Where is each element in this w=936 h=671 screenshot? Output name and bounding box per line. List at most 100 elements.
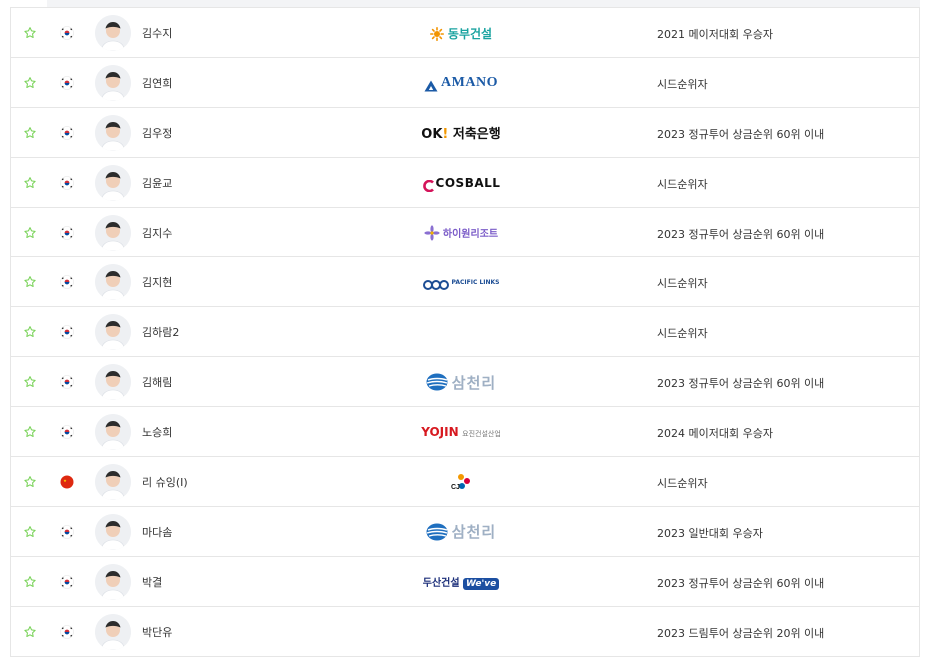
sponsor-logo: 두산건설 We've: [361, 567, 561, 597]
player-avatar[interactable]: [95, 513, 131, 550]
favorite-star-icon[interactable]: [23, 474, 37, 488]
favorite-star-icon[interactable]: [23, 524, 37, 538]
sponsor-amano-icon: [424, 77, 438, 92]
player-table: 김수지 동부건설 2021 메이저대회 우승자 김연희 AMANO 시드순위자: [10, 0, 920, 657]
player-name[interactable]: 김우정: [142, 125, 172, 141]
sponsor-logo-text: 하이원리조트: [442, 229, 499, 241]
sponsor-logo-text: OK! 저축은행: [421, 127, 501, 143]
korea-flag-icon: [59, 25, 75, 41]
player-avatar[interactable]: [95, 214, 131, 251]
korea-flag-icon: [59, 75, 75, 91]
favorite-star-icon[interactable]: [23, 274, 37, 288]
svg-text:CJ: CJ: [451, 484, 460, 491]
table-row[interactable]: 박결 두산건설 We've 2023 정규투어 상금순위 60위 이내: [10, 556, 920, 607]
table-row[interactable]: 김수지 동부건설 2021 메이저대회 우승자: [10, 8, 920, 58]
qualification-text: 시드순위자: [657, 177, 708, 191]
korea-flag-icon: [59, 225, 75, 241]
player-avatar[interactable]: [95, 364, 131, 401]
qualification-text: 시드순위자: [657, 477, 708, 491]
player-name[interactable]: 리 슈잉(I): [142, 474, 188, 490]
sponsor-logo-text: 삼천리: [451, 373, 497, 392]
player-avatar[interactable]: [95, 563, 131, 600]
player-name[interactable]: 노승희: [142, 424, 172, 440]
player-avatar[interactable]: [95, 15, 131, 51]
qualification-text: 시드순위자: [657, 277, 708, 291]
table-row[interactable]: 김윤교 COSBALL 시드순위자: [10, 157, 920, 208]
player-name[interactable]: 김윤교: [142, 175, 172, 191]
qualification-text: 2023 정규투어 상금순위 60위 이내: [657, 127, 825, 141]
china-flag-icon: [59, 474, 75, 490]
favorite-star-icon[interactable]: [23, 624, 37, 638]
sponsor-logo: PACIFIC LINKS: [361, 267, 561, 297]
player-name[interactable]: 김수지: [142, 25, 172, 41]
qualification-text: 시드순위자: [657, 327, 708, 341]
player-name[interactable]: 박단유: [142, 624, 172, 640]
favorite-star-icon[interactable]: [23, 25, 37, 39]
sponsor-samchully-icon: [426, 373, 448, 391]
player-avatar[interactable]: [95, 414, 131, 451]
korea-flag-icon: [59, 624, 75, 640]
table-row[interactable]: 노승희 YOJIN 요진건설산업 2024 메이저대회 우승자: [10, 407, 920, 458]
favorite-star-icon[interactable]: [23, 324, 37, 338]
player-avatar[interactable]: [95, 314, 131, 351]
table-row[interactable]: 박단유 2023 드림투어 상금순위 20위 이내: [10, 606, 920, 657]
player-name[interactable]: 마다솜: [142, 524, 172, 540]
korea-flag-icon: [59, 175, 75, 191]
sponsor-dongbu-icon: [429, 26, 444, 41]
favorite-star-icon[interactable]: [23, 125, 37, 139]
qualification-text: 2023 드림투어 상금순위 20위 이내: [657, 626, 825, 640]
favorite-star-icon[interactable]: [23, 374, 37, 388]
player-name[interactable]: 박결: [142, 574, 162, 590]
sponsor-logo-text: AMANO: [441, 74, 498, 90]
sponsor-logo-text: 두산건설 We've: [423, 574, 500, 590]
table-body: 김수지 동부건설 2021 메이저대회 우승자 김연희 AMANO 시드순위자: [10, 8, 920, 657]
player-avatar[interactable]: [95, 164, 131, 201]
sponsor-logo-text: PACIFIC LINKS: [451, 278, 500, 286]
player-name[interactable]: 김연희: [142, 75, 172, 91]
sponsor-logo: [361, 317, 561, 347]
qualification-text: 2024 메이저대회 우승자: [657, 427, 773, 441]
player-name[interactable]: 김지수: [142, 225, 172, 241]
korea-flag-icon: [59, 424, 75, 440]
korea-flag-icon: [59, 125, 75, 141]
favorite-star-icon[interactable]: [23, 175, 37, 189]
player-avatar[interactable]: [95, 64, 131, 101]
sponsor-logo: 삼천리: [361, 367, 561, 397]
table-row[interactable]: 김지현 PACIFIC LINKS 시드순위자: [10, 257, 920, 308]
player-name[interactable]: 김하람2: [142, 324, 179, 340]
sponsor-logo: YOJIN 요진건설산업: [361, 417, 561, 447]
player-name[interactable]: 김해림: [142, 374, 172, 390]
favorite-star-icon[interactable]: [23, 574, 37, 588]
favorite-star-icon[interactable]: [23, 424, 37, 438]
sponsor-logo: 하이원리조트: [361, 218, 561, 248]
table-row[interactable]: 김연희 AMANO 시드순위자: [10, 57, 920, 108]
table-row[interactable]: 김해림 삼천리 2023 정규투어 상금순위 60위 이내: [10, 357, 920, 408]
player-avatar[interactable]: [95, 114, 131, 151]
korea-flag-icon: [59, 324, 75, 340]
sponsor-logo: AMANO: [361, 68, 561, 98]
table-row[interactable]: 김우정 OK! 저축은행 2023 정규투어 상금순위 60위 이내: [10, 107, 920, 158]
qualification-text: 2023 정규투어 상금순위 60위 이내: [657, 377, 825, 391]
korea-flag-icon: [59, 274, 75, 290]
favorite-star-icon[interactable]: [23, 225, 37, 239]
player-avatar[interactable]: [95, 613, 131, 650]
sponsor-samchully-icon: [426, 523, 448, 541]
korea-flag-icon: [59, 524, 75, 540]
table-row[interactable]: 김지수 하이원리조트 2023 정규투어 상금순위 60위 이내: [10, 207, 920, 258]
table-row[interactable]: 마다솜 삼천리 2023 일반대회 우승자: [10, 506, 920, 557]
korea-flag-icon: [59, 574, 75, 590]
sponsor-logo-text: COSBALL: [435, 175, 501, 190]
sponsor-logo-text: 동부건설: [447, 26, 493, 41]
table-row[interactable]: 김하람2 시드순위자: [10, 307, 920, 358]
player-name[interactable]: 김지현: [142, 274, 172, 290]
qualification-text: 2023 정규투어 상금순위 60위 이내: [657, 227, 825, 241]
sponsor-logo: COSBALL: [361, 168, 561, 198]
qualification-text: 2023 일반대회 우승자: [657, 526, 763, 540]
player-avatar[interactable]: [95, 264, 131, 301]
table-top-edge: [10, 0, 920, 8]
qualification-text: 2021 메이저대회 우승자: [657, 28, 773, 41]
player-avatar[interactable]: [95, 464, 131, 501]
favorite-star-icon[interactable]: [23, 75, 37, 89]
sponsor-cosball-icon: [422, 177, 434, 192]
table-row[interactable]: 리 슈잉(I) CJ 시드순위자: [10, 457, 920, 507]
